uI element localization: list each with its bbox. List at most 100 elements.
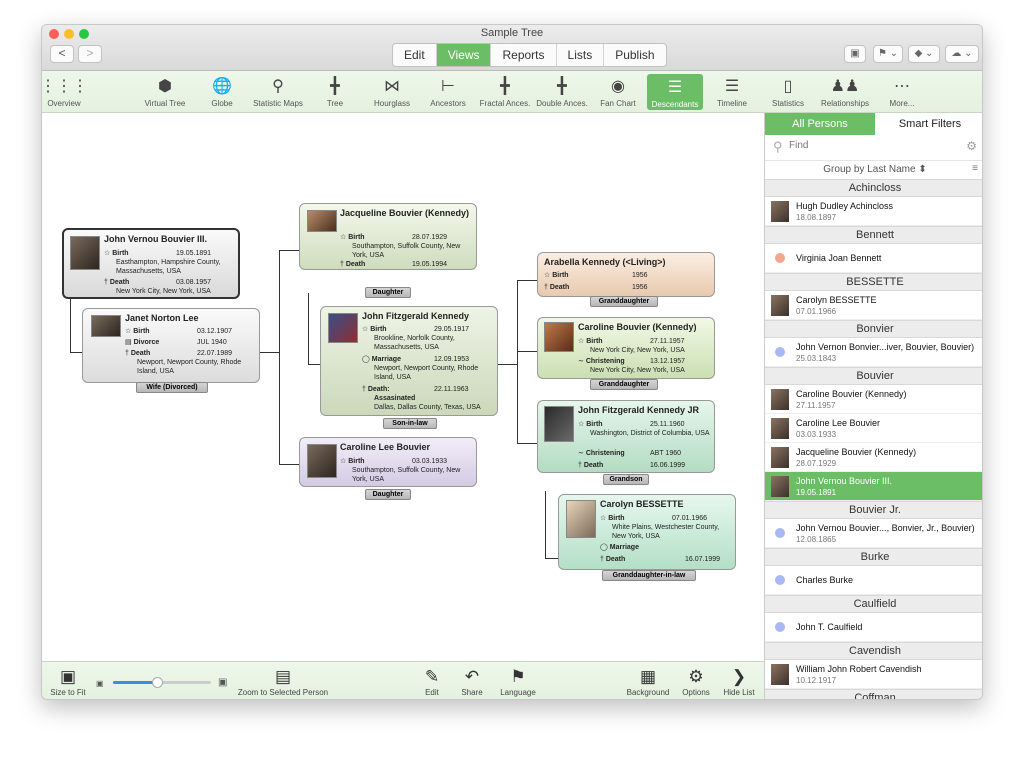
segment-reports[interactable]: Reports xyxy=(491,44,557,66)
view-fan-chart[interactable]: ◉ Fan Chart xyxy=(590,73,646,108)
language-button[interactable]: ⚑ Language xyxy=(498,666,538,697)
connector-line xyxy=(279,250,280,464)
view-virtual-tree[interactable]: ⬢ Virtual Tree xyxy=(137,73,193,108)
person-card-jfk[interactable]: John Fitzgerald Kennedy ☆ Birth 29.05.19… xyxy=(320,306,498,416)
more-icon: ⋯ xyxy=(894,78,910,95)
person-date: 12.08.1865 xyxy=(796,535,837,544)
person-name: Jacqueline Bouvier (Kennedy) xyxy=(796,447,917,457)
tag-icon[interactable]: ◆ ⌄ xyxy=(908,45,940,63)
group-header: Caulfield xyxy=(765,595,982,613)
view-ancestors[interactable]: ⊢ Ancestors xyxy=(420,73,476,108)
person-card-spouse[interactable]: Janet Norton Lee ☆ Birth 03.12.1907 ▤ Di… xyxy=(82,308,260,383)
group-by-selector[interactable]: Group by Last Name ⬍ xyxy=(765,161,982,179)
color-dot-icon xyxy=(775,622,785,632)
view-globe[interactable]: 🌐 Globe xyxy=(194,73,250,108)
mode-segmented-control: Edit Views Reports Lists Publish xyxy=(392,43,667,67)
group-header: Achincloss xyxy=(765,179,982,197)
view-fractal-ancestors[interactable]: ╋ Fractal Ances. xyxy=(477,73,533,108)
person-card-root[interactable]: John Vernou Bouvier III. ☆ Birth 19.05.1… xyxy=(62,228,240,299)
relationship-label: Granddaughter xyxy=(590,296,658,307)
background-button[interactable]: ▦ Background xyxy=(626,666,670,697)
person-list-item[interactable]: Caroline Lee Bouvier 03.03.1933 xyxy=(765,414,982,443)
descendants-chart-canvas[interactable]: John Vernou Bouvier III. ☆ Birth 19.05.1… xyxy=(42,113,764,661)
zoom-slider[interactable] xyxy=(113,677,211,688)
connector-line xyxy=(308,364,320,365)
view-descendants[interactable]: ☰ Descendants xyxy=(647,74,703,110)
sidebar-toggle-icon[interactable]: ▣ xyxy=(844,45,866,63)
tab-all-persons[interactable]: All Persons xyxy=(765,113,875,135)
person-name: Caroline Lee Bouvier xyxy=(340,442,431,452)
person-card-carolyn[interactable]: Carolyn BESSETTE ☆ Birth 07.01.1966 Whit… xyxy=(558,494,736,570)
connector-line xyxy=(279,464,299,465)
person-list-item[interactable]: Jacqueline Bouvier (Kennedy) 28.07.1929 xyxy=(765,443,982,472)
cloud-icon[interactable]: ☁ ⌄ xyxy=(945,45,979,63)
person-name: John Fitzgerald Kennedy xyxy=(362,311,470,321)
ancestors-icon: ⊢ xyxy=(441,78,455,95)
person-list-item[interactable]: Hugh Dudley Achincloss 18.08.1897 xyxy=(765,197,982,226)
view-overview[interactable]: ⋮⋮⋮ Overview xyxy=(42,73,92,108)
back-button[interactable]: < xyxy=(50,45,74,63)
portrait-photo xyxy=(70,236,100,270)
person-card-caroline[interactable]: Caroline Bouvier (Kennedy) ☆ Birth 27.11… xyxy=(537,317,715,379)
hide-list-button[interactable]: ❯ Hide List xyxy=(719,666,759,697)
view-statistics[interactable]: ▯ Statistics xyxy=(760,73,816,108)
forward-button[interactable]: > xyxy=(78,45,102,63)
flag-icon: ⚑ xyxy=(510,667,526,686)
color-dot-icon xyxy=(775,528,785,538)
connector-line xyxy=(70,299,71,353)
size-to-fit-button[interactable]: ▣ Size to Fit xyxy=(48,666,88,697)
person-list-item[interactable]: Caroline Bouvier (Kennedy) 27.11.1957 xyxy=(765,385,982,414)
view-hourglass[interactable]: ⋈ Hourglass xyxy=(364,73,420,108)
group-header: Cavendish xyxy=(765,642,982,660)
share-button[interactable]: ↶ Share xyxy=(457,666,487,697)
person-list-item[interactable]: John T. Caulfield xyxy=(765,613,982,642)
bookmark-icon[interactable]: ⚑ ⌄ xyxy=(873,45,903,63)
people-icon: ♟♟ xyxy=(830,78,860,95)
segment-lists[interactable]: Lists xyxy=(557,44,605,66)
person-name: Virginia Joan Bennett xyxy=(796,253,882,263)
view-relationships[interactable]: ♟♟ Relationships xyxy=(817,73,873,108)
connector-line xyxy=(517,443,537,444)
timeline-icon: ☰ xyxy=(724,78,740,95)
person-list-item[interactable]: William John Robert Cavendish 10.12.1917 xyxy=(765,660,982,689)
person-card-arabella[interactable]: Arabella Kennedy (<Living>) ☆ Birth 1956… xyxy=(537,252,715,297)
view-statistic-maps[interactable]: ⚲ Statistic Maps xyxy=(250,73,306,108)
zoom-slider-thumb[interactable] xyxy=(152,677,164,688)
edit-button[interactable]: ✎ Edit xyxy=(417,666,447,697)
tab-smart-filters[interactable]: Smart Filters xyxy=(875,113,982,135)
person-card-jacqueline[interactable]: Jacqueline Bouvier (Kennedy) ☆ Birth 28.… xyxy=(299,203,477,270)
zoom-in-icon[interactable]: ▣ xyxy=(218,677,227,688)
options-button[interactable]: ⚙ Options xyxy=(680,666,712,697)
sort-icon[interactable]: ≡ xyxy=(972,163,978,174)
search-input[interactable] xyxy=(789,140,949,151)
person-list-item[interactable]: John Vernou Bouvier..., Bonvier, Jr., Bo… xyxy=(765,519,982,548)
person-list-item[interactable]: John Vernon Bonvier...iver, Bouvier, Bou… xyxy=(765,338,982,367)
view-tree[interactable]: ╋ Tree xyxy=(307,73,363,108)
person-name: Carolyn BESSETTE xyxy=(600,499,684,509)
relationship-label: Son-in-law xyxy=(383,418,437,429)
zoom-to-selected-button[interactable]: ▤ Zoom to Selected Person xyxy=(237,666,329,697)
person-card-caroline-lee[interactable]: Caroline Lee Bouvier ☆ Birth 03.03.1933 … xyxy=(299,437,477,487)
person-card-jfk-jr[interactable]: John Fitzgerald Kennedy JR ☆ Birth 25.11… xyxy=(537,400,715,473)
view-more[interactable]: ⋯ More... xyxy=(874,73,930,108)
segment-publish[interactable]: Publish xyxy=(604,44,665,66)
zoom-slider-fill xyxy=(113,681,158,684)
person-name: Caroline Bouvier (Kennedy) xyxy=(796,389,907,399)
person-list-item[interactable]: Virginia Joan Bennett xyxy=(765,244,982,273)
person-name: William John Robert Cavendish xyxy=(796,664,922,674)
person-list-item[interactable]: John Vernou Bouvier III. 19.05.1891 xyxy=(765,472,982,501)
person-list-item[interactable]: Charles Burke xyxy=(765,566,982,595)
person-name: Janet Norton Lee xyxy=(125,313,199,323)
connector-line xyxy=(517,280,518,444)
segment-edit[interactable]: Edit xyxy=(393,44,437,66)
person-date: 28.07.1929 xyxy=(796,459,837,468)
gear-icon: ⚙ xyxy=(688,667,704,686)
gear-icon[interactable]: ⚙ xyxy=(966,139,977,153)
view-double-ancestors[interactable]: ╋ Double Ances. xyxy=(534,73,590,108)
window-title: Sample Tree xyxy=(480,27,544,39)
zoom-out-icon[interactable]: ▣ xyxy=(96,679,104,688)
person-list-item[interactable]: Carolyn BESSETTE 07.01.1966 xyxy=(765,291,982,320)
avatar xyxy=(771,201,789,222)
view-timeline[interactable]: ☰ Timeline xyxy=(704,73,760,108)
segment-views[interactable]: Views xyxy=(436,44,492,66)
